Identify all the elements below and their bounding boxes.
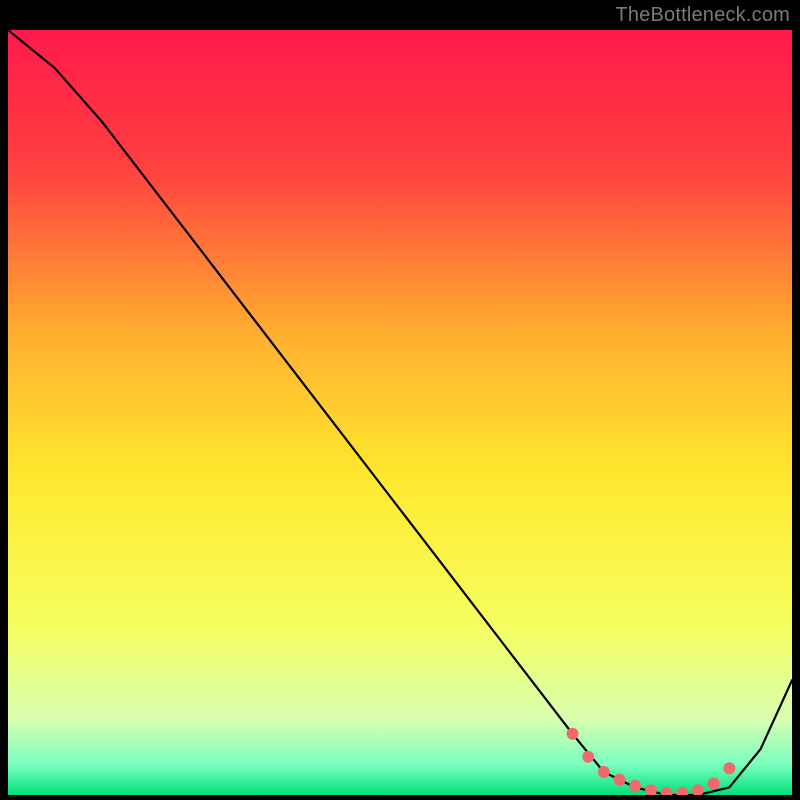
marker-dot xyxy=(723,762,735,774)
marker-dot xyxy=(567,728,579,740)
chart-svg xyxy=(8,30,792,795)
marker-dot xyxy=(629,780,641,792)
attribution-text: TheBottleneck.com xyxy=(615,4,790,27)
chart-frame: TheBottleneck.com xyxy=(0,0,800,800)
marker-dot xyxy=(598,766,610,778)
marker-dot xyxy=(614,774,626,786)
marker-dot xyxy=(582,751,594,763)
gradient-background xyxy=(8,30,792,795)
marker-dot xyxy=(708,778,720,790)
